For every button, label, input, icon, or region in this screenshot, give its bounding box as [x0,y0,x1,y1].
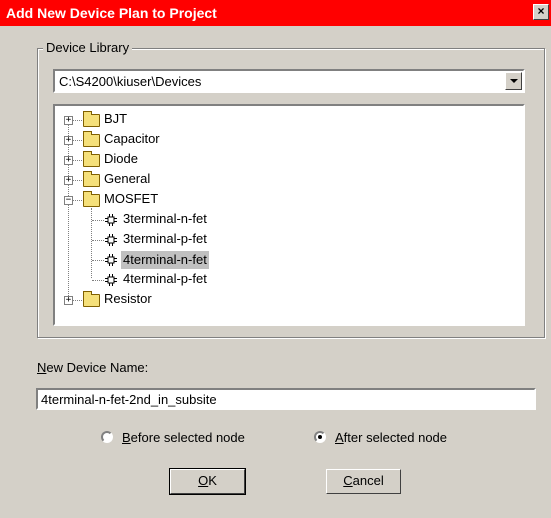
mnemonic-char: B [122,430,131,445]
folder-icon [83,111,100,127]
tree-item-label: MOSFET [104,191,159,206]
expand-icon[interactable]: + [64,136,73,145]
add-device-plan-dialog: Add New Device Plan to Project × Device … [0,0,551,518]
tree-item-label: Diode [104,151,138,166]
tree-item-label: 4terminal-p-fet [123,271,207,286]
dialog-title: Add New Device Plan to Project [6,5,217,21]
folder-icon [83,131,100,147]
library-path-value: C:\S4200\kiuser\Devices [59,74,202,89]
tree-connector [92,260,104,261]
tree-item-label: Capacitor [104,131,160,146]
folder-icon [83,151,100,167]
tree-connector [92,280,104,281]
tree-item-label: Resistor [104,291,152,306]
button-label: K [208,473,217,488]
expand-icon[interactable]: + [64,296,73,305]
collapse-icon[interactable]: − [64,196,73,205]
tree-item-label: General [104,171,151,186]
expand-icon[interactable]: + [64,156,73,165]
mnemonic-char: N [37,360,47,375]
button-label: ancel [352,473,384,488]
tree-item-3terminal-p-fet[interactable]: 3terminal-p-fet [55,230,515,250]
tree-connector [73,160,82,161]
device-chip-icon [105,274,117,286]
tree-item-resistor[interactable]: + Resistor [55,290,515,310]
tree-connector [73,180,82,181]
tree-connector [73,120,82,121]
tree-item-3terminal-n-fet[interactable]: 3terminal-n-fet [55,210,515,230]
tree-item-bjt[interactable]: + BJT [55,110,515,130]
label-text: fter selected node [343,430,448,445]
library-path-combo[interactable]: C:\S4200\kiuser\Devices [53,69,525,93]
tree-item-label: 3terminal-p-fet [123,231,207,246]
tree-connector [92,220,104,221]
device-library-legend: Device Library [43,40,133,56]
tree-item-4terminal-p-fet[interactable]: 4terminal-p-fet [55,270,515,290]
device-chip-icon [105,254,117,266]
folder-open-icon [83,191,100,207]
expand-icon[interactable]: + [64,116,73,125]
cancel-button[interactable]: Cancel [326,469,401,494]
expand-icon[interactable]: + [64,176,73,185]
new-device-name-input[interactable] [36,388,536,410]
mnemonic-char: A [335,430,344,445]
title-bar[interactable]: Add New Device Plan to Project × [0,0,551,26]
tree-item-label-selected: 4terminal-n-fet [121,251,209,269]
chevron-down-icon[interactable] [505,72,522,90]
tree-item-diode[interactable]: + Diode [55,150,515,170]
tree-connector [92,240,104,241]
tree-item-label: 3terminal-n-fet [123,211,207,226]
mnemonic-char: C [343,473,353,488]
device-chip-icon [105,214,117,226]
label-text: ew Device Name: [46,360,149,375]
device-tree[interactable]: + BJT + Capacitor + Diode + General − MO… [53,104,525,326]
after-selected-node-option[interactable]: After selected node [314,429,484,447]
tree-connector [73,300,82,301]
before-radio-label: Before selected node [122,429,245,447]
tree-connector [73,200,82,201]
tree-item-capacitor[interactable]: + Capacitor [55,130,515,150]
after-radio-label: After selected node [335,429,447,447]
folder-icon [83,291,100,307]
after-radio[interactable] [314,431,326,443]
tree-item-general[interactable]: + General [55,170,515,190]
tree-item-mosfet[interactable]: − MOSFET [55,190,515,210]
label-text: efore selected node [130,430,245,445]
tree-item-4terminal-n-fet[interactable]: 4terminal-n-fet [55,250,515,270]
before-selected-node-option[interactable]: Before selected node [101,429,271,447]
tree-connector [73,140,82,141]
tree-item-label: BJT [104,111,128,126]
device-chip-icon [105,234,117,246]
close-button[interactable]: × [533,4,549,20]
ok-button[interactable]: OK [169,468,246,495]
before-radio[interactable] [101,431,113,443]
folder-icon [83,171,100,187]
new-device-name-label: New Device Name: [37,360,148,375]
mnemonic-char: O [198,473,209,488]
